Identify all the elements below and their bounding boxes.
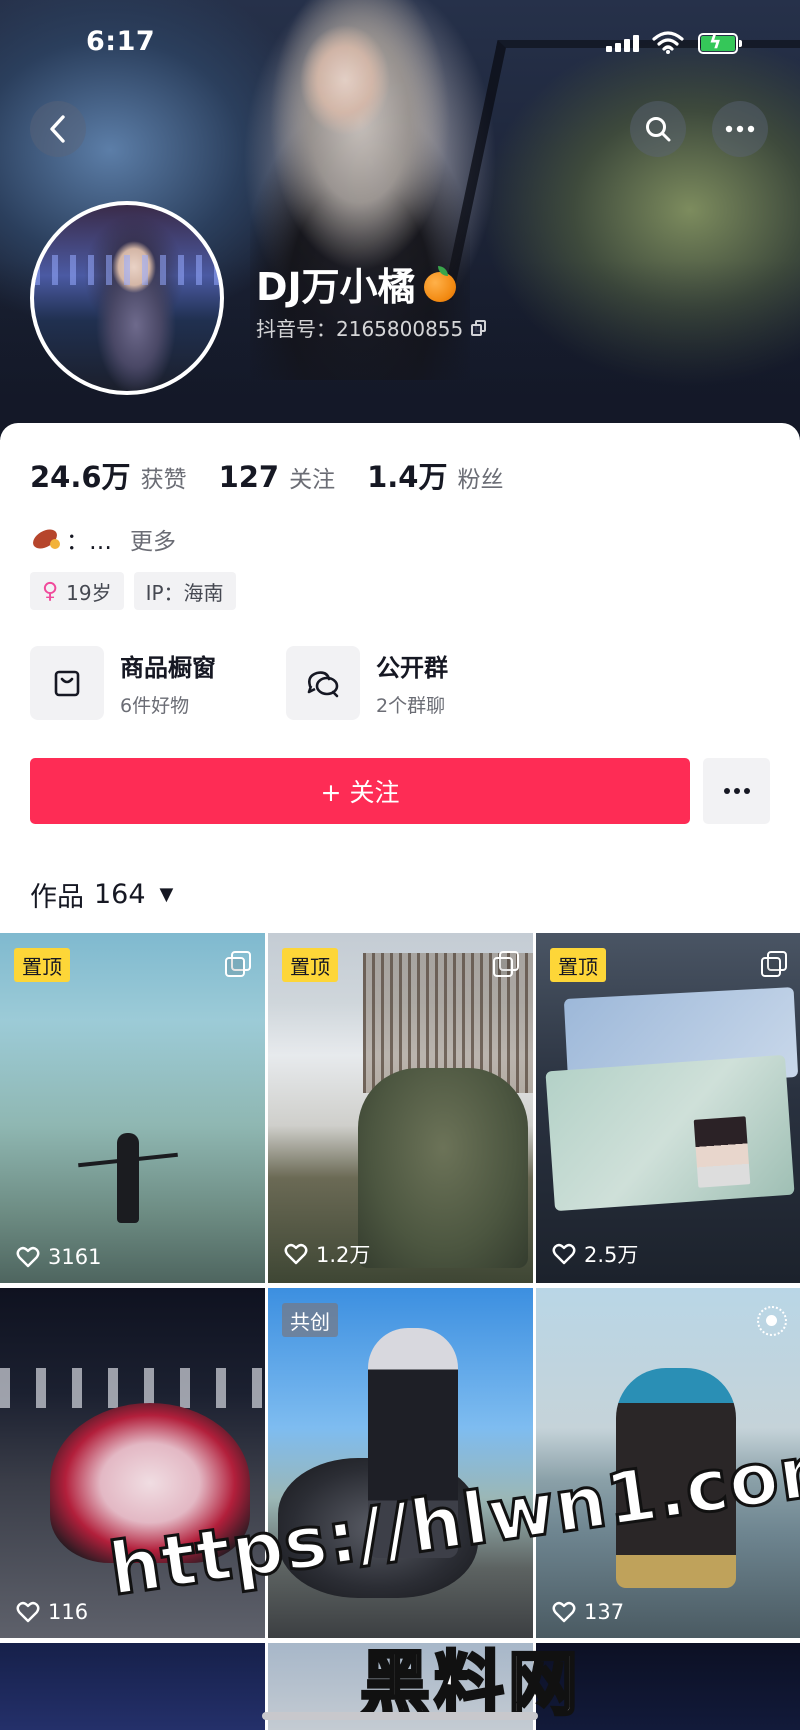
pinned-badge: 置顶	[550, 948, 606, 982]
copy-icon[interactable]	[471, 319, 487, 336]
stat-followers-label: 粉丝	[457, 467, 504, 493]
public-group-title: 公开群	[376, 654, 448, 682]
multi-image-icon	[225, 951, 251, 977]
video-thumbnail[interactable]: 置顶 3161	[0, 933, 265, 1283]
battery-charging-icon: ϟ	[698, 31, 742, 54]
ip-tag: IP：海南	[133, 572, 236, 610]
works-count: 164	[94, 879, 146, 910]
works-label: 作品	[30, 882, 84, 913]
douyin-id-text: 抖音号：2165800855	[256, 317, 464, 341]
ellipsis-icon	[725, 125, 755, 133]
more-options-button[interactable]	[712, 101, 768, 157]
cellular-signal-icon	[606, 34, 642, 52]
heart-icon	[16, 1601, 40, 1623]
status-bar: 6:17 ϟ	[0, 26, 800, 66]
bio-more-link[interactable]: 更多	[130, 522, 176, 556]
like-count-value: 2.5万	[584, 1243, 639, 1267]
profile-stats: 24.6万 获赞 127 关注 1.4万 粉丝	[30, 454, 535, 496]
age-tag: ♀ 19岁	[30, 572, 124, 610]
video-thumbnail[interactable]: 置顶 1.2万	[268, 933, 533, 1283]
heart-icon	[284, 1243, 308, 1265]
like-count: 2.5万	[552, 1239, 638, 1269]
public-group-entry[interactable]: 公开群 2个群聊	[286, 646, 542, 720]
collab-badge: 共创	[282, 1303, 338, 1337]
caret-down-icon: ▼	[159, 884, 174, 905]
stat-likes-label: 获赞	[140, 467, 187, 493]
stat-likes[interactable]: 24.6万 获赞	[30, 454, 187, 496]
heart-icon	[552, 1243, 576, 1265]
stat-followers[interactable]: 1.4万 粉丝	[367, 454, 503, 496]
pinned-badge: 置顶	[14, 948, 70, 982]
stat-followers-value: 1.4万	[367, 460, 448, 494]
group-chat-icon	[286, 646, 360, 720]
follow-button[interactable]: + 关注	[30, 758, 690, 824]
avatar[interactable]	[30, 201, 224, 395]
search-button[interactable]	[630, 101, 686, 157]
profile-name-text: DJ万小橘	[256, 265, 416, 309]
profile-info-panel: 24.6万 获赞 127 关注 1.4万 粉丝 ：… 更多 ♀ 19岁 IP：海…	[0, 423, 800, 933]
wifi-icon	[652, 31, 684, 54]
product-showcase-title: 商品橱窗	[120, 654, 216, 682]
live-photo-icon	[757, 1306, 787, 1336]
stat-following[interactable]: 127 关注	[219, 460, 336, 494]
video-thumbnail[interactable]: 置顶 2.5万	[536, 933, 800, 1283]
feature-entries: 商品橱窗 6件好物 公开群 2个群聊	[30, 646, 542, 720]
like-count: 1.2万	[284, 1239, 370, 1269]
product-showcase-subtitle: 6件好物	[120, 695, 190, 717]
like-count-value: 3161	[48, 1245, 102, 1269]
status-time: 6:17	[86, 26, 156, 57]
sweet-potato-icon	[29, 525, 61, 553]
multi-image-icon	[493, 951, 519, 977]
video-thumbnail[interactable]	[0, 1643, 265, 1730]
like-count-value: 137	[584, 1600, 625, 1624]
chevron-left-icon	[50, 115, 65, 143]
product-showcase-entry[interactable]: 商品橱窗 6件好物	[30, 646, 286, 720]
like-count: 137	[552, 1600, 624, 1624]
follow-button-label: + 关注	[320, 778, 400, 807]
search-icon	[646, 117, 671, 142]
stat-following-label: 关注	[289, 467, 336, 493]
bio: ：… 更多	[29, 522, 176, 556]
ip-tag-text: IP：海南	[145, 580, 224, 605]
like-count: 3161	[16, 1245, 101, 1269]
follow-more-button[interactable]	[703, 758, 770, 824]
home-indicator	[262, 1712, 538, 1720]
bio-text: ：…	[66, 529, 112, 555]
ellipsis-icon	[723, 788, 750, 794]
public-group-subtitle: 2个群聊	[376, 695, 446, 717]
heart-icon	[552, 1601, 576, 1623]
like-count: 116	[16, 1600, 88, 1624]
pinned-badge: 置顶	[282, 948, 338, 982]
heart-icon	[16, 1246, 40, 1268]
multi-image-icon	[761, 951, 787, 977]
profile-name: DJ万小橘	[256, 256, 458, 311]
back-button[interactable]	[30, 101, 86, 157]
douyin-id[interactable]: 抖音号：2165800855	[256, 313, 487, 342]
video-thumbnail[interactable]: 共创	[268, 1288, 533, 1638]
age-tag-text: 19岁	[66, 580, 112, 605]
profile-tags: ♀ 19岁 IP：海南	[30, 572, 236, 610]
shopping-bag-icon	[30, 646, 104, 720]
works-tab[interactable]: 作品 164 ▼	[30, 875, 173, 914]
like-count-value: 116	[48, 1600, 89, 1624]
orange-icon	[422, 265, 458, 302]
stat-likes-value: 24.6万	[30, 460, 131, 494]
female-icon: ♀	[42, 578, 59, 604]
stat-following-value: 127	[218, 460, 280, 494]
like-count-value: 1.2万	[316, 1243, 371, 1267]
